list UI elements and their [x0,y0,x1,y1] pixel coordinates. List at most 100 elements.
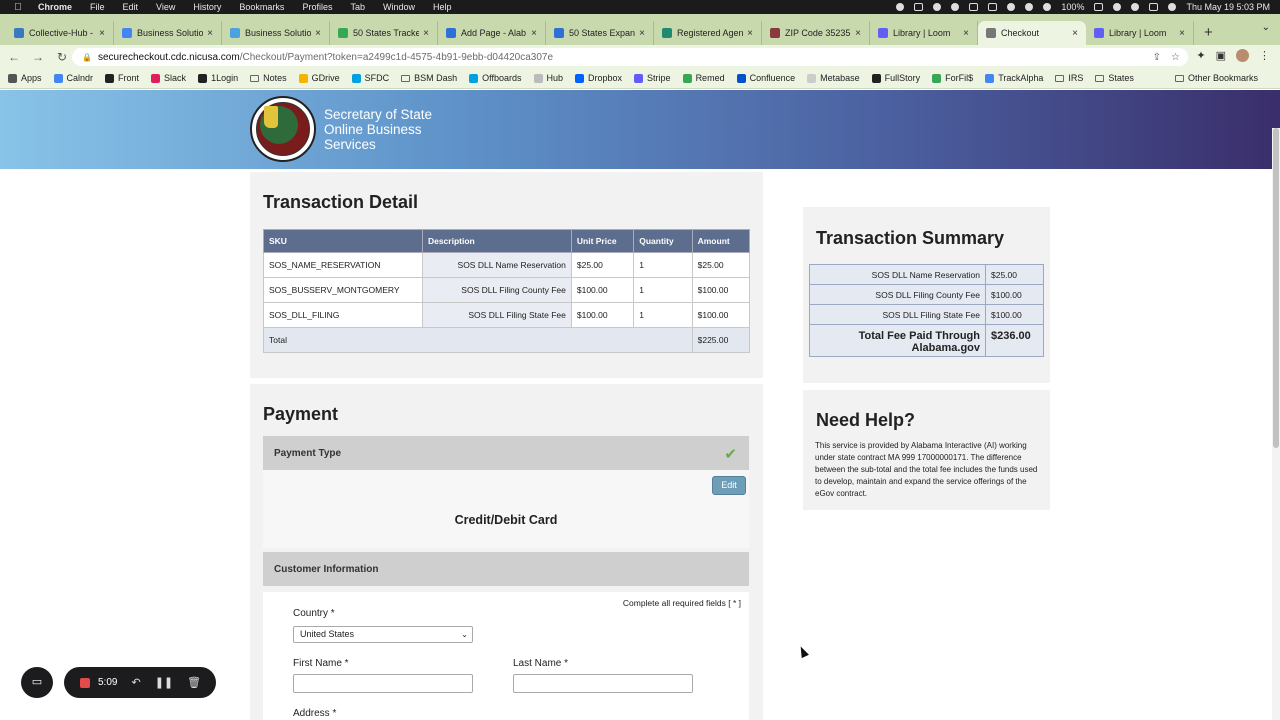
bookmark-item[interactable]: SFDC [351,73,389,83]
control-center-icon[interactable] [1149,3,1159,11]
browser-tab[interactable]: Business Solutio × [222,21,330,45]
browser-tab[interactable]: Library | Loom × [870,21,978,45]
wifi-icon[interactable] [1113,3,1122,11]
customer-information-label: Customer Information [274,563,379,575]
bookmark-item[interactable]: 1Login [198,73,238,83]
creative-cloud-icon[interactable] [933,3,942,11]
browser-tab[interactable]: Business Solutio × [114,21,222,45]
menu-profiles[interactable]: Profiles [302,2,332,12]
bookmark-item[interactable]: IRS [1055,73,1083,83]
bookmark-item[interactable]: States [1095,73,1134,83]
other-bookmarks[interactable]: Other Bookmarks [1174,73,1258,83]
browser-tab[interactable]: Library | Loom × [1086,21,1194,45]
menu-tab[interactable]: Tab [350,2,365,12]
tab-close-icon[interactable]: × [207,28,213,39]
volume-icon[interactable] [1025,3,1034,11]
menu-history[interactable]: History [193,2,221,12]
bookmark-item[interactable]: Remed [682,73,725,83]
bookmark-item[interactable]: Calndr [53,73,93,83]
recorder-camera-button[interactable]: ▭ [21,667,53,698]
lock-icon[interactable]: 🔒 [82,53,92,62]
bookmark-star-icon[interactable]: ☆ [1171,52,1180,63]
alabama-seal-logo[interactable] [250,96,316,162]
extensions-puzzle-icon[interactable]: ✦ [1196,49,1205,62]
play-icon[interactable] [1007,3,1016,11]
bookmark-item[interactable]: Front [105,73,139,83]
tab-close-icon[interactable]: × [1179,28,1185,39]
bookmark-item[interactable]: TrackAlpha [985,73,1043,83]
tab-close-icon[interactable]: × [747,28,753,39]
bookmark-item[interactable]: Hub [533,73,563,83]
apple-icon[interactable]:  [12,2,24,13]
browser-tab-active[interactable]: Checkout × [978,21,1086,45]
bookmark-item[interactable]: FullStory [871,73,920,83]
address-bar[interactable]: 🔒 securecheckout.cdc.nicusa.com /Checkou… [72,48,1188,66]
undo-icon[interactable]: ↶ [131,676,140,689]
menu-clock[interactable]: Thu May 19 5:03 PM [1186,2,1270,12]
side-panel-icon[interactable]: ▣ [1216,49,1226,62]
tab-search-chevron-icon[interactable]: ⌄ [1262,22,1270,33]
browser-tab[interactable]: Registered Agen × [654,21,762,45]
stop-recording-icon[interactable] [80,677,90,688]
browser-tab[interactable]: 50 States Tracke × [330,21,438,45]
tab-close-icon[interactable]: × [99,28,105,39]
menu-window[interactable]: Window [383,2,415,12]
page-scrollbar-thumb[interactable] [1273,128,1279,448]
edit-payment-button[interactable]: Edit [712,476,746,495]
tab-close-icon[interactable]: × [315,28,321,39]
tab-close-icon[interactable]: × [531,28,537,39]
site-title[interactable]: Secretary of State Online Business Servi… [324,107,432,152]
bookmark-item[interactable]: Dropbox [575,73,622,83]
reload-icon[interactable]: ↻ [52,50,72,64]
battery-icon[interactable] [1094,3,1104,11]
tab-close-icon[interactable]: × [855,28,861,39]
payment-type-header[interactable]: Payment Type ✔ [263,436,749,470]
first-name-input[interactable] [293,674,473,693]
header-banner: Secretary of State Online Business Servi… [0,90,1280,169]
browser-tab[interactable]: Collective-Hub - × [6,21,114,45]
display-icon[interactable] [969,3,979,11]
tab-close-icon[interactable]: × [639,28,645,39]
bookmark-item[interactable]: BSM Dash [401,73,457,83]
tab-close-icon[interactable]: × [963,28,969,39]
menu-file[interactable]: File [90,2,105,12]
browser-menu-icon[interactable]: ⋮ [1259,49,1270,62]
tab-close-icon[interactable]: × [423,28,429,39]
tab-close-icon[interactable]: × [1072,28,1078,39]
menu-view[interactable]: View [156,2,175,12]
battery-percent[interactable]: 100% [1061,2,1084,12]
browser-tab[interactable]: 50 States Expan × [546,21,654,45]
bluetooth-icon[interactable] [1043,3,1052,11]
bookmark-item[interactable]: Metabase [807,73,860,83]
menu-edit[interactable]: Edit [123,2,139,12]
bookmark-item[interactable]: Offboards [469,73,522,83]
forward-arrow-icon[interactable]: → [28,50,48,64]
pause-icon[interactable]: ❚❚ [155,676,173,689]
menu-help[interactable]: Help [433,2,452,12]
camera-icon[interactable] [914,3,924,11]
menu-app-name[interactable]: Chrome [38,2,72,12]
siri-icon[interactable] [1168,3,1177,11]
new-tab-plus-icon[interactable]: + [1194,24,1223,45]
trash-icon[interactable]: 🗑 [187,676,201,689]
profile-avatar[interactable] [1236,49,1249,62]
microphone-icon[interactable] [896,3,905,11]
bookmark-item[interactable]: Confluence [736,73,795,83]
bookmark-item[interactable]: Apps [8,73,42,83]
browser-tab[interactable]: Add Page - Alab × [438,21,546,45]
bookmark-item[interactable]: Stripe [634,73,671,83]
country-select[interactable]: United States ⌄ [293,626,473,643]
menu-bookmarks[interactable]: Bookmarks [239,2,284,12]
bookmark-item[interactable]: ForFil$ [932,73,973,83]
share-icon[interactable]: ⇪ [1153,52,1161,63]
sync-icon[interactable] [951,3,960,11]
window-icon[interactable] [988,3,998,11]
back-arrow-icon[interactable]: ← [4,50,24,64]
spotlight-icon[interactable] [1131,3,1140,11]
bookmark-item[interactable]: GDrive [298,73,340,83]
last-name-input[interactable] [513,674,693,693]
customer-information-header[interactable]: Customer Information [263,552,749,586]
bookmark-item[interactable]: Notes [250,73,287,83]
bookmark-item[interactable]: Slack [151,73,186,83]
browser-tab[interactable]: ZIP Code 35235 × [762,21,870,45]
